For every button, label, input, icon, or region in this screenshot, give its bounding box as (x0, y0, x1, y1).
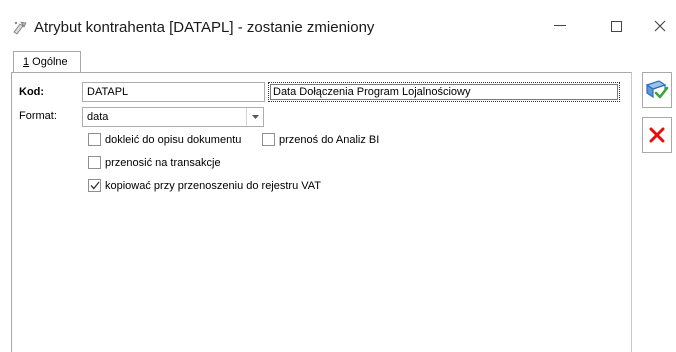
format-select[interactable]: data (82, 107, 264, 127)
general-tab-panel: Kod: DATAPL Data Dołączenia Program Loja… (11, 72, 632, 352)
cancel-icon (649, 127, 665, 143)
checkbox-label: przenoś do Analiz BI (279, 133, 380, 146)
checkbox-label: przenosić na transakcje (105, 156, 221, 169)
checkbox-box[interactable] (88, 156, 101, 169)
checkbox-box[interactable] (262, 133, 275, 146)
checkbox-box-checked[interactable] (88, 179, 101, 192)
maximize-button[interactable] (596, 10, 636, 42)
checkbox-box[interactable] (88, 133, 101, 146)
format-label: Format: (19, 110, 57, 122)
window-title: Atrybut kontrahenta [DATAPL] - zostanie … (34, 19, 375, 36)
kod-input[interactable]: DATAPL (82, 82, 265, 102)
title-bar: Atrybut kontrahenta [DATAPL] - zostanie … (0, 0, 676, 50)
attribute-name-input[interactable]: Data Dołączenia Program Lojalnościowy (268, 82, 620, 102)
format-value: data (87, 111, 109, 123)
checkbox-transakcje[interactable]: przenosić na transakcje (88, 156, 221, 169)
checkbox-analiz-bi[interactable]: przenoś do Analiz BI (262, 133, 379, 146)
minimize-button[interactable] (540, 10, 580, 42)
kod-label: Kod: (19, 86, 45, 98)
checkbox-dokleic[interactable]: dokleić do opisu dokumentu (88, 133, 241, 146)
close-icon (654, 20, 666, 32)
checkbox-rejestr-vat[interactable]: kopiować przy przenoszeniu do rejestru V… (88, 179, 321, 192)
tab-label: Ogólne (29, 56, 68, 68)
save-button[interactable] (642, 72, 672, 108)
checkmark-icon (90, 181, 100, 190)
close-button[interactable] (640, 10, 676, 42)
cancel-button[interactable] (642, 117, 672, 153)
checkbox-label: dokleić do opisu dokumentu (105, 133, 242, 146)
checkbox-label: kopiować przy przenoszeniu do rejestru V… (105, 179, 322, 192)
attribute-icon (12, 20, 28, 36)
tab-ogolne[interactable]: 1 Ogólne (13, 51, 81, 73)
dialog-window: Atrybut kontrahenta [DATAPL] - zostanie … (0, 0, 676, 352)
save-icon (645, 80, 669, 99)
chevron-down-icon[interactable] (246, 108, 263, 126)
